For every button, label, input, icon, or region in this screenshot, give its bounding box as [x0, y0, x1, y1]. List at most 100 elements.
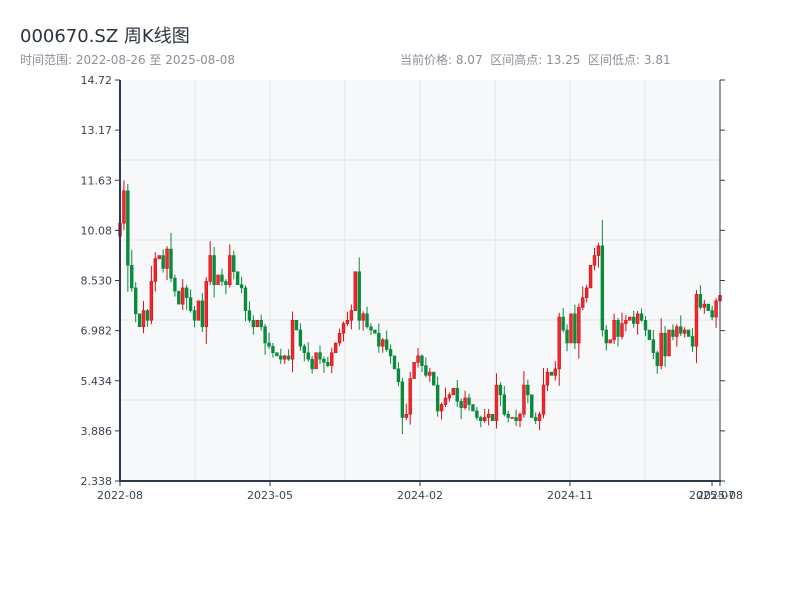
candle-up: [349, 310, 354, 321]
x-tick-label: 2023-05: [247, 489, 293, 502]
candle-down: [306, 352, 310, 360]
candle-up: [494, 384, 499, 421]
candle-up: [439, 404, 444, 412]
candle-down: [647, 329, 652, 341]
candle-down: [294, 320, 299, 331]
candle-down: [192, 310, 197, 321]
candle-down: [686, 329, 691, 337]
candle-up: [581, 297, 585, 308]
candle-up: [628, 316, 632, 321]
candle-down: [526, 384, 530, 396]
candle-up: [443, 397, 448, 405]
candle-up: [416, 355, 420, 363]
candle-down: [388, 349, 393, 357]
candle-up: [165, 248, 169, 269]
candle-up: [333, 342, 338, 353]
candle-down: [455, 388, 459, 402]
candlestick-chart: 14.72 13.17 11.63 10.08 8.530 6.982 5.434 3.886…: [81, 74, 743, 502]
candle-down: [573, 313, 577, 344]
candle-up: [381, 339, 385, 347]
candle-down: [643, 320, 648, 331]
candle-up: [447, 394, 452, 399]
candle-up: [337, 332, 342, 344]
candle-down: [655, 352, 659, 366]
candle-down: [467, 397, 471, 405]
candle-down: [220, 274, 224, 282]
candle-down: [616, 320, 620, 337]
candle-down: [663, 332, 667, 357]
x-tick-label: 2025-08: [697, 489, 743, 502]
candle-down: [471, 404, 475, 412]
candle-down: [177, 290, 181, 305]
y-tick-label: 8.530: [81, 275, 113, 288]
candle-down: [479, 417, 483, 421]
candle-up: [483, 417, 487, 421]
candle-down: [298, 329, 303, 347]
candle-down: [137, 313, 142, 328]
candle-up: [290, 320, 295, 360]
candle-up: [592, 255, 597, 266]
candle-down: [251, 320, 256, 328]
candle-up: [702, 303, 707, 308]
candle-down: [632, 316, 636, 324]
candle-down: [302, 345, 307, 353]
candle-up: [624, 320, 628, 324]
candle-up: [612, 320, 616, 341]
candle-down: [200, 300, 205, 328]
candle-down: [184, 287, 189, 298]
candle-up: [255, 320, 259, 328]
candle-down: [357, 271, 361, 321]
candle-down: [384, 339, 389, 350]
candle-up: [204, 281, 208, 328]
candle-down: [671, 329, 675, 337]
candle-up: [353, 271, 357, 311]
candle-down: [310, 358, 314, 370]
candle-up: [683, 329, 687, 334]
candle-up: [428, 371, 432, 376]
candle-up: [714, 300, 718, 318]
candle-down: [243, 287, 248, 311]
candle-down: [126, 190, 130, 266]
candle-up: [463, 397, 467, 409]
candle-down: [490, 413, 495, 421]
y-tick-label: 5.434: [81, 375, 113, 388]
candle-down: [373, 329, 377, 334]
candle-up: [608, 339, 612, 344]
candle-down: [232, 255, 236, 273]
candle-up: [522, 384, 526, 415]
candle-up: [486, 413, 491, 418]
candle-down: [396, 368, 401, 383]
candle-down: [400, 381, 405, 418]
candle-up: [577, 307, 581, 344]
candle-up: [208, 255, 212, 282]
candle-up: [537, 413, 542, 421]
candle-down: [565, 329, 569, 344]
candle-down: [279, 355, 283, 360]
candle-up: [157, 255, 161, 260]
candle-down: [239, 284, 244, 289]
candle-down: [710, 310, 714, 318]
candle-up: [584, 287, 589, 298]
candle-down: [639, 313, 644, 321]
candle-down: [424, 365, 428, 376]
candle-down: [145, 310, 150, 321]
candle-down: [286, 355, 291, 360]
x-tick-label: 2022-08: [97, 489, 143, 502]
candle-down: [173, 277, 177, 292]
candle-down: [690, 336, 695, 347]
candle-up: [659, 332, 663, 366]
candle-down: [212, 255, 216, 285]
candle-up: [330, 352, 334, 366]
candle-down: [604, 329, 608, 344]
candle-down: [432, 371, 436, 386]
candle-down: [475, 410, 479, 418]
y-tick-label: 2.338: [81, 475, 113, 488]
candle-down: [506, 413, 510, 418]
candle-down: [679, 326, 683, 334]
candle-down: [698, 294, 703, 308]
candle-down: [369, 326, 373, 331]
candle-up: [181, 287, 185, 305]
candle-down: [502, 394, 507, 415]
candle-up: [620, 323, 624, 337]
candle-down: [275, 352, 279, 357]
